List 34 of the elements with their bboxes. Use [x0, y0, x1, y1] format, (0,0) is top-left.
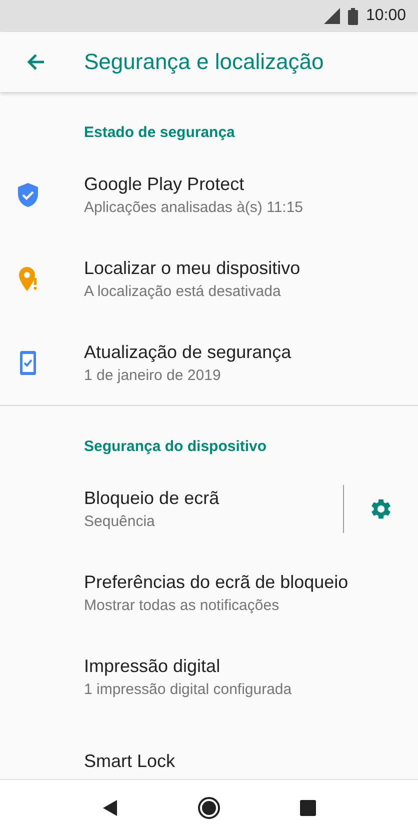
square-icon	[300, 800, 316, 816]
home-circle-icon	[196, 796, 221, 820]
shield-icon	[17, 182, 39, 208]
back-triangle-icon	[102, 799, 118, 817]
item-title: Atualização de segurança	[84, 342, 292, 363]
screen-title: Segurança e localização	[84, 49, 324, 75]
settings-item[interactable]: Google Play Protect Aplicações analisadas à(s) 11:15	[0, 153, 418, 237]
item-subtitle: Sequência	[84, 513, 156, 530]
item-title: Smart Lock	[84, 750, 176, 772]
item-subtitle: A localização está desativada	[84, 283, 282, 300]
settings-item[interactable]: Localizar o meu dispositivo A localização está desativada	[0, 237, 418, 321]
battery-icon	[348, 8, 358, 24]
item-title: Google Play Protect	[84, 174, 246, 195]
item-title: Bloqueio de ecrã	[84, 488, 220, 509]
item-subtitle: Aplicações analisadas à(s) 11:15	[84, 199, 304, 216]
item-subtitle: 1 de janeiro de 2019	[84, 367, 222, 384]
location-pin-icon	[18, 266, 38, 292]
section-header: Estado de segurança	[83, 123, 236, 143]
item-subtitle: 1 impressão digital configurada	[84, 681, 293, 698]
back-arrow-icon	[27, 53, 45, 71]
signal-icon	[324, 8, 340, 24]
item-subtitle: Mostrar todas as notificações	[84, 597, 280, 614]
settings-icon	[369, 497, 393, 521]
phone-check-icon	[19, 350, 37, 376]
item-title: Preferências do ecrã de bloqueio	[84, 572, 350, 593]
item-title: Localizar o meu dispositivo	[84, 258, 302, 279]
status-time: 10:00	[366, 7, 406, 25]
settings-item[interactable]: Preferências do ecrã de bloqueio Mostrar todas as notificações	[0, 551, 418, 635]
item-title: Impressão digital	[84, 656, 222, 677]
settings-item[interactable]: Impressão digital 1 impressão digital configurada	[0, 635, 418, 719]
settings-item[interactable]: Atualização de segurança 1 de janeiro de 2019	[0, 321, 418, 405]
settings-item[interactable]: Smart Lock	[0, 719, 418, 779]
section-header: Segurança do dispositivo	[83, 437, 268, 457]
settings-item[interactable]: Bloqueio de ecrã Sequência	[0, 467, 418, 551]
